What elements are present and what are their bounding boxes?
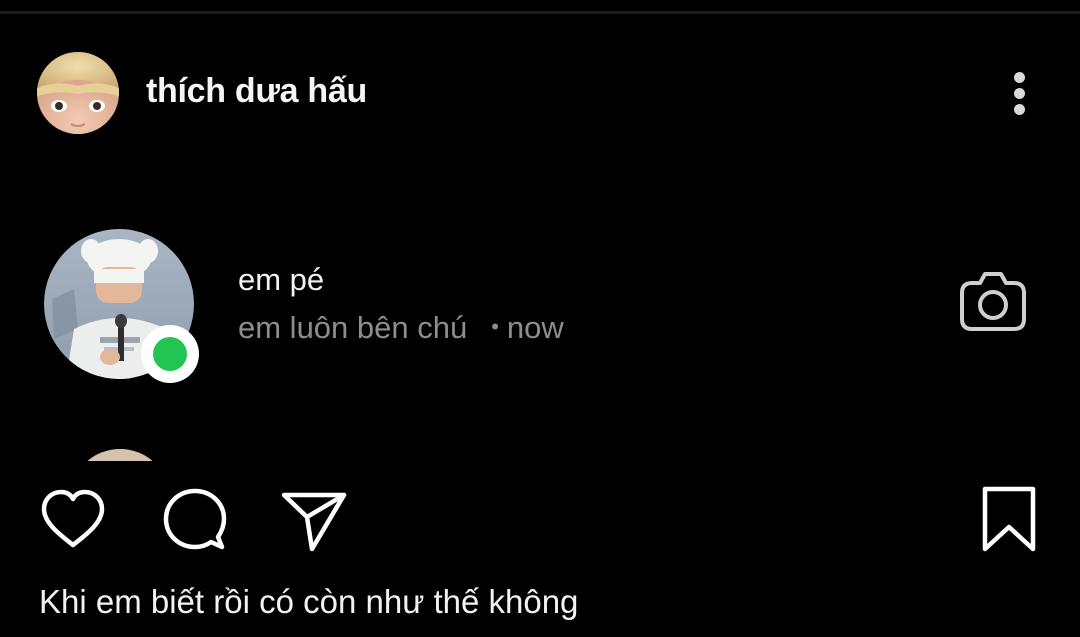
share-button[interactable] — [280, 485, 350, 555]
online-dot — [153, 337, 187, 371]
chat-preview: em luôn bên chú • now — [238, 310, 564, 346]
comment-icon — [163, 488, 227, 550]
heart-icon — [41, 489, 105, 548]
author-username[interactable]: thích dưa hấu — [146, 72, 367, 111]
chat-list-item: em pé em luôn bên chú • now — [0, 229, 1080, 383]
online-status-badge — [141, 325, 199, 383]
author-avatar-photo — [37, 52, 119, 134]
next-chat-avatar-photo — [70, 449, 170, 461]
camera-icon — [958, 269, 1028, 333]
like-button[interactable] — [38, 485, 108, 555]
next-chat-avatar — [70, 449, 170, 461]
post-media[interactable]: em pé em luôn bên chú • now — [0, 165, 1080, 461]
save-button[interactable] — [976, 485, 1046, 555]
send-icon — [281, 492, 347, 552]
more-options-button[interactable] — [1000, 68, 1038, 118]
chat-time: now — [506, 310, 564, 345]
camera-icon-glyph — [960, 272, 1026, 331]
author-avatar[interactable] — [37, 52, 119, 134]
post-header: thích dưa hấu — [0, 52, 1080, 134]
post-caption: Khi em biết rồi có còn như thế không — [39, 583, 579, 620]
bookmark-icon — [982, 486, 1036, 552]
chat-name: em pé — [238, 262, 325, 297]
post-view: thích dưa hấu em pé em luôn bên chú • no… — [0, 0, 1080, 637]
more-vertical-icon-dot — [1014, 104, 1025, 115]
chat-last-message: em luôn bên chú — [238, 310, 468, 345]
more-vertical-icon — [1014, 72, 1025, 83]
chat-separator: • — [491, 314, 499, 339]
post-actions — [0, 485, 1080, 555]
divider — [0, 11, 1080, 14]
comment-button[interactable] — [160, 485, 230, 555]
more-vertical-icon-dot — [1014, 88, 1025, 99]
